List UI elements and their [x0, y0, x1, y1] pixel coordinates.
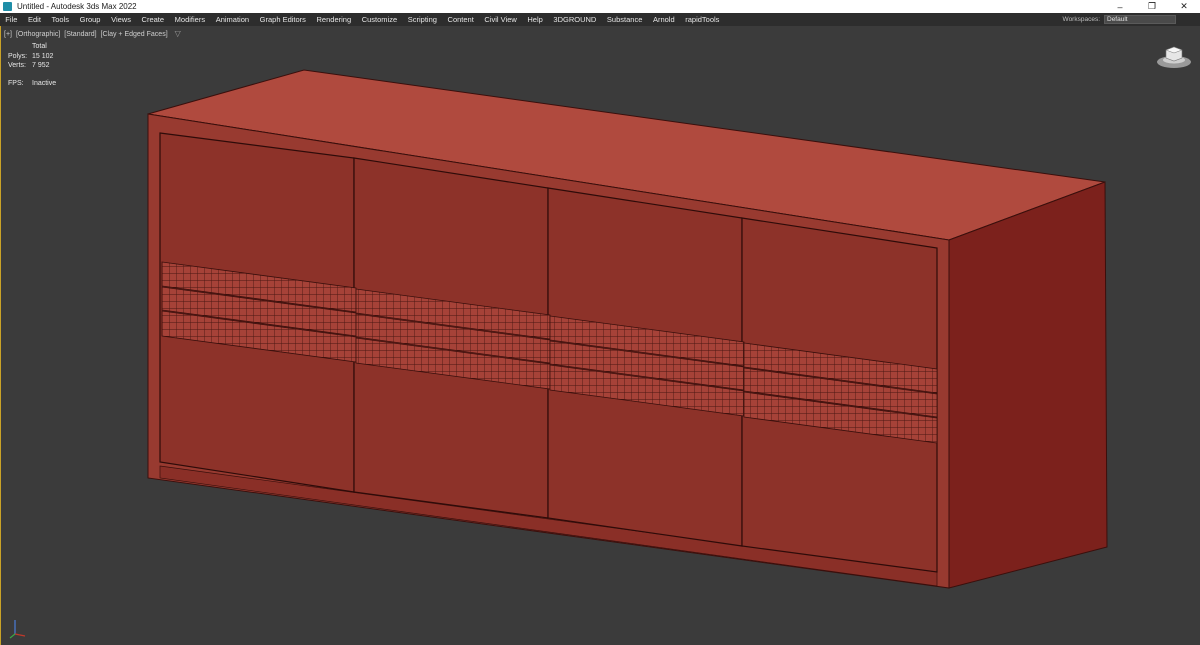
workspaces-dropdown[interactable]: Default — [1104, 15, 1176, 24]
menu-animation[interactable]: Animation — [210, 15, 254, 24]
menu-arnold[interactable]: Arnold — [648, 15, 680, 24]
menu-file[interactable]: File — [0, 15, 23, 24]
menu-create[interactable]: Create — [136, 15, 169, 24]
restore-button[interactable]: ❐ — [1136, 0, 1168, 13]
viewport-plus-menu[interactable]: [+] — [4, 31, 12, 38]
menu-3dground[interactable]: 3DGROUND — [548, 15, 602, 24]
menu-bar: File Edit Tools Group Views Create Modif… — [0, 13, 1200, 26]
menu-civil-view[interactable]: Civil View — [479, 15, 522, 24]
scene-geometry — [147, 69, 1108, 589]
menu-modifiers[interactable]: Modifiers — [169, 15, 210, 24]
menu-graph-editors[interactable]: Graph Editors — [254, 15, 311, 24]
filter-icon[interactable]: ▽ — [175, 29, 181, 38]
cabinet-side — [948, 181, 1108, 589]
viewport-orthographic[interactable]: [+] [Orthographic] [Standard] [Clay + Ed… — [0, 26, 1200, 645]
menu-scripting[interactable]: Scripting — [402, 15, 442, 24]
fps-label: FPS: — [8, 80, 24, 87]
axis-tripod-icon — [9, 620, 26, 639]
window-title: Untitled - Autodesk 3ds Max 2022 — [17, 2, 137, 11]
verts-value: 7 952 — [32, 62, 50, 69]
scene-statistics: Total Polys: 15 102 Verts: 7 952 — [8, 42, 53, 71]
title-bar: Untitled - Autodesk 3ds Max 2022 – ❐ ✕ — [0, 0, 1200, 13]
fps-readout: FPS: Inactive — [8, 80, 56, 87]
fps-value: Inactive — [32, 80, 57, 87]
menu-rendering[interactable]: Rendering — [311, 15, 356, 24]
polys-label: Polys: — [8, 52, 28, 60]
viewport-shading-menu[interactable]: [Clay + Edged Faces] — [101, 31, 168, 38]
menu-group[interactable]: Group — [74, 15, 105, 24]
menu-content[interactable]: Content — [442, 15, 479, 24]
window-controls: – ❐ ✕ — [1104, 0, 1200, 13]
close-button[interactable]: ✕ — [1168, 0, 1200, 13]
menu-substance[interactable]: Substance — [602, 15, 648, 24]
menu-customize[interactable]: Customize — [356, 15, 402, 24]
menu-views[interactable]: Views — [106, 15, 136, 24]
workspaces-label: Workspaces: — [1062, 16, 1100, 23]
menu-edit[interactable]: Edit — [23, 15, 47, 24]
menu-help[interactable]: Help — [522, 15, 548, 24]
verts-label: Verts: — [8, 62, 26, 69]
menu-rapidtools[interactable]: rapidTools — [680, 15, 725, 24]
workspaces-selector: Workspaces: Default — [1063, 13, 1176, 26]
viewport-view-menu[interactable]: [Orthographic] — [16, 31, 60, 38]
stats-header: Total — [32, 43, 47, 50]
viewport-standard-menu[interactable]: [Standard] — [64, 31, 96, 38]
menu-tools[interactable]: Tools — [46, 15, 74, 24]
viewport-label-menu: [+] [Orthographic] [Standard] [Clay + Ed… — [4, 29, 183, 38]
viewcube-icon[interactable] — [1156, 42, 1192, 70]
polys-value: 15 102 — [32, 52, 54, 60]
minimize-button[interactable]: – — [1104, 0, 1136, 13]
app-icon — [3, 2, 12, 11]
